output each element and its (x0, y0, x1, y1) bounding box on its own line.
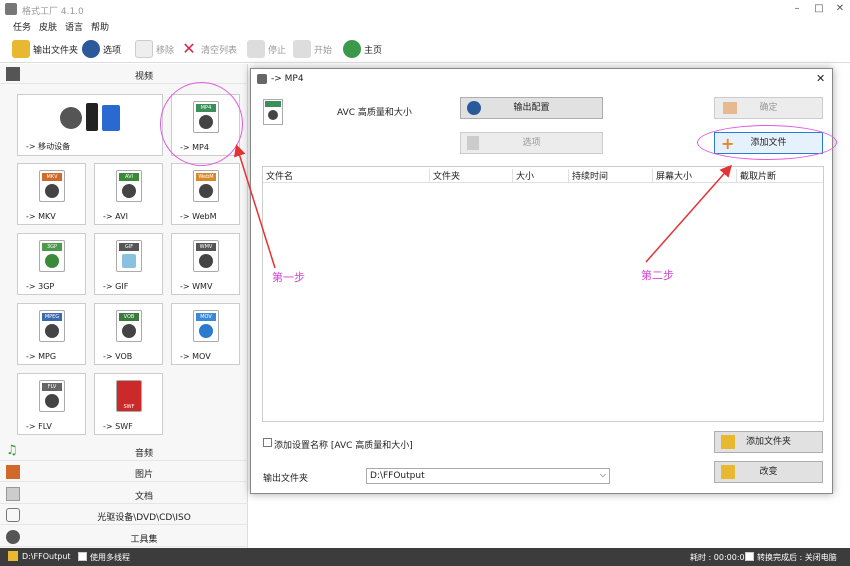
arrow-step2 (645, 164, 732, 263)
status-folder-icon (8, 551, 18, 561)
after-done-checkbox[interactable] (745, 552, 754, 561)
arrow-step1 (233, 144, 276, 269)
annotation-arrows (233, 144, 732, 269)
status-folder[interactable]: D:\FFOutput (22, 552, 71, 561)
elapsed-time: 耗时 : 00:00:00 (690, 553, 750, 562)
multithread-label: 使用多线程 (90, 553, 130, 562)
after-done-label: 转换完成后 : 关闭电脑 (757, 553, 837, 562)
status-bar: D:\FFOutput 使用多线程 耗时 : 00:00:00 转换完成后 : … (0, 548, 850, 566)
multithread-checkbox[interactable] (78, 552, 87, 561)
